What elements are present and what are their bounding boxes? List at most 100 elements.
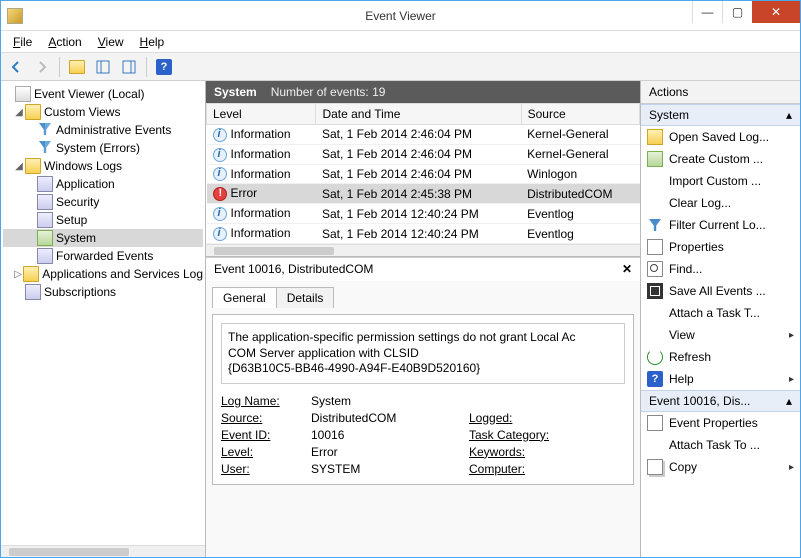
tree-windows-logs[interactable]: ◢Windows Logs <box>3 157 203 175</box>
menu-file[interactable]: File <box>5 33 40 51</box>
actions-pane: Actions System▴ Open Saved Log...Create … <box>641 81 800 557</box>
events-header: System Number of events: 19 <box>206 81 640 103</box>
event-row[interactable]: InformationSat, 1 Feb 2014 2:46:04 PMKer… <box>207 144 640 164</box>
col-date[interactable]: Date and Time <box>316 104 521 125</box>
action-refresh[interactable]: Refresh <box>641 346 800 368</box>
tree-forwarded[interactable]: Forwarded Events <box>3 247 203 265</box>
action-clear-log[interactable]: Clear Log... <box>641 192 800 214</box>
detail-close-icon[interactable]: ✕ <box>622 262 632 276</box>
attach-task-to-icon <box>647 437 663 453</box>
action-filter-current-log[interactable]: Filter Current Lo... <box>641 214 800 236</box>
tree-custom-views[interactable]: ◢Custom Views <box>3 103 203 121</box>
tool-open-icon[interactable] <box>66 56 88 78</box>
tool-panel1-icon[interactable] <box>92 56 114 78</box>
save-all-events-icon <box>647 283 663 299</box>
tab-details[interactable]: Details <box>276 287 335 308</box>
chevron-right-icon: ▸ <box>789 374 794 385</box>
tree-pane[interactable]: Event Viewer (Local) ◢Custom Views Admin… <box>1 81 206 557</box>
collapse-icon: ▴ <box>786 394 792 408</box>
toolbar <box>1 53 800 81</box>
collapse-icon: ▴ <box>786 108 792 122</box>
titlebar: Event Viewer — ▢ ✕ <box>1 1 800 31</box>
separator <box>59 57 60 77</box>
event-row[interactable]: InformationSat, 1 Feb 2014 2:46:04 PMKer… <box>207 125 640 145</box>
maximize-button[interactable]: ▢ <box>722 1 752 23</box>
action-copy[interactable]: Copy▸ <box>641 456 800 478</box>
events-count: Number of events: 19 <box>271 85 386 99</box>
col-level[interactable]: Level <box>207 104 316 125</box>
grid-scrollbar[interactable] <box>206 244 640 256</box>
tree-admin-events[interactable]: Administrative Events <box>3 121 203 139</box>
minimize-button[interactable]: — <box>692 1 722 23</box>
action-import-custom-view[interactable]: Import Custom ... <box>641 170 800 192</box>
col-source[interactable]: Source <box>521 104 639 125</box>
event-message: The application-specific permission sett… <box>221 323 625 384</box>
attach-task-icon <box>647 305 663 321</box>
open-saved-log-icon <box>647 129 663 145</box>
menu-help[interactable]: Help <box>132 33 173 51</box>
info-icon <box>213 148 227 162</box>
menu-view[interactable]: View <box>90 33 132 51</box>
action-save-all-events[interactable]: Save All Events ... <box>641 280 800 302</box>
view-icon <box>647 327 663 343</box>
forward-button[interactable] <box>31 56 53 78</box>
events-title: System <box>214 85 257 99</box>
event-row[interactable]: InformationSat, 1 Feb 2014 12:40:24 PMEv… <box>207 224 640 244</box>
info-icon <box>213 227 227 241</box>
tool-help-icon[interactable] <box>153 56 175 78</box>
info-icon <box>213 167 227 181</box>
tree-subscriptions[interactable]: Subscriptions <box>3 283 203 301</box>
create-custom-view-icon <box>647 151 663 167</box>
chevron-right-icon: ▸ <box>789 462 794 473</box>
properties-icon <box>647 239 663 255</box>
event-properties-icon <box>647 415 663 431</box>
action-open-saved-log[interactable]: Open Saved Log... <box>641 126 800 148</box>
window-title: Event Viewer <box>365 9 435 23</box>
detail-header: Event 10016, DistributedCOM ✕ <box>206 257 640 281</box>
tree-scrollbar[interactable] <box>1 545 205 557</box>
tree-app-services[interactable]: ▷Applications and Services Log <box>3 265 203 283</box>
error-icon <box>213 187 227 201</box>
actions-group-system[interactable]: System▴ <box>641 104 800 126</box>
app-icon <box>7 8 23 24</box>
action-event-properties[interactable]: Event Properties <box>641 412 800 434</box>
filter-current-log-icon <box>647 217 663 233</box>
action-attach-task[interactable]: Attach a Task T... <box>641 302 800 324</box>
menubar: File Action View Help <box>1 31 800 53</box>
tree-system[interactable]: System <box>3 229 203 247</box>
event-row[interactable]: ErrorSat, 1 Feb 2014 2:45:38 PMDistribut… <box>207 184 640 204</box>
action-attach-task-to[interactable]: Attach Task To ... <box>641 434 800 456</box>
event-properties-grid: Log Name:System Source:DistributedCOMLog… <box>221 394 625 476</box>
event-row[interactable]: InformationSat, 1 Feb 2014 2:46:04 PMWin… <box>207 164 640 184</box>
main-pane: System Number of events: 19 Level Date a… <box>206 81 641 557</box>
info-icon <box>213 128 227 142</box>
tab-general[interactable]: General <box>212 287 277 308</box>
separator <box>146 57 147 77</box>
detail-title: Event 10016, DistributedCOM <box>214 262 373 276</box>
import-custom-view-icon <box>647 173 663 189</box>
action-view[interactable]: View▸ <box>641 324 800 346</box>
action-create-custom-view[interactable]: Create Custom ... <box>641 148 800 170</box>
tree-security[interactable]: Security <box>3 193 203 211</box>
clear-log-icon <box>647 195 663 211</box>
copy-icon <box>647 459 663 475</box>
close-button[interactable]: ✕ <box>752 1 800 23</box>
tree-system-errors[interactable]: System (Errors) <box>3 139 203 157</box>
back-button[interactable] <box>5 56 27 78</box>
tree-application[interactable]: Application <box>3 175 203 193</box>
workspace: Event Viewer (Local) ◢Custom Views Admin… <box>1 81 800 557</box>
tree-setup[interactable]: Setup <box>3 211 203 229</box>
action-properties[interactable]: Properties <box>641 236 800 258</box>
tree-root[interactable]: Event Viewer (Local) <box>3 85 203 103</box>
help-icon <box>647 371 663 387</box>
chevron-right-icon: ▸ <box>789 330 794 341</box>
events-grid[interactable]: Level Date and Time Source InformationSa… <box>206 103 640 257</box>
event-row[interactable]: InformationSat, 1 Feb 2014 12:40:24 PMEv… <box>207 204 640 224</box>
menu-action[interactable]: Action <box>40 33 89 51</box>
window-buttons: — ▢ ✕ <box>692 1 800 23</box>
actions-group-event[interactable]: Event 10016, Dis...▴ <box>641 390 800 412</box>
action-help[interactable]: Help▸ <box>641 368 800 390</box>
action-find[interactable]: Find... <box>641 258 800 280</box>
tool-panel2-icon[interactable] <box>118 56 140 78</box>
detail-body: General Details The application-specific… <box>206 281 640 557</box>
